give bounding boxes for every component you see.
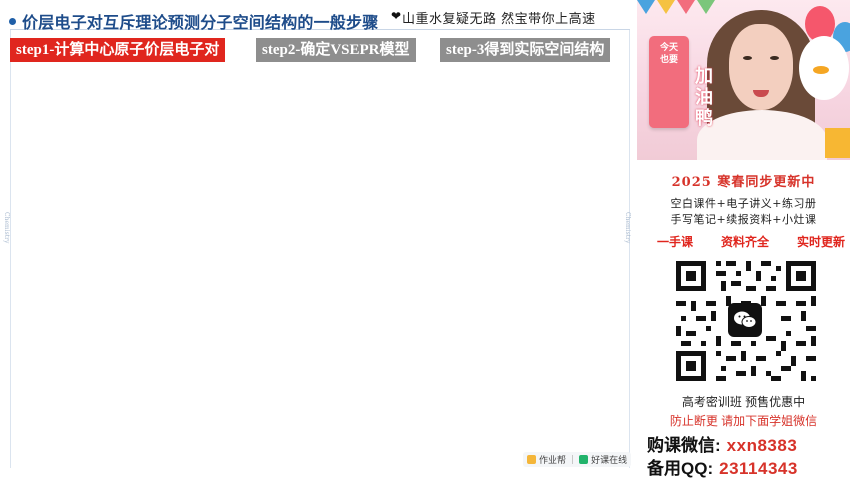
promo-feature: 空白课件+电子讲义+练习册 <box>670 197 817 210</box>
slide-frame-left <box>10 30 11 468</box>
zuoyebang-logo-icon <box>527 455 536 464</box>
promo-tags: 一手课 资料齐全 实时更新 <box>657 233 845 250</box>
slide-frame-right <box>629 30 630 468</box>
step3-label: step-3得到实际空间结构 <box>440 38 611 62</box>
promo-card: 2025 寒春同步更新中 空白课件+电子讲义+练习册 手写笔记+续报资料+小灶课… <box>637 160 850 478</box>
slide-canvas: Chemistry Chemistry 价层电子对互斥理论预测分子空间结构的一般… <box>0 0 637 478</box>
side-watermark-right: Chemistry <box>624 212 631 244</box>
promo-tag: 资料齐全 <box>720 235 769 249</box>
sign-big-char: 加 <box>695 66 713 87</box>
step2-label: step2-确定VSEPR模型 <box>256 38 416 62</box>
teacher-face <box>729 24 793 110</box>
duck-beak <box>813 66 829 74</box>
slide-title: 价层电子对互斥理论预测分子空间结构的一般步骤 <box>22 15 379 32</box>
brand-zuoyebang: 作业帮 <box>539 456 567 466</box>
promo-year-line: 2025 寒春同步更新中 <box>671 175 816 190</box>
sign-big-text: 加 油 鸭 <box>695 66 717 129</box>
sign-small-text: 今天 也要 <box>653 42 685 66</box>
bullet-icon <box>9 17 16 25</box>
teacher-eye <box>770 56 779 60</box>
sign-small-line: 今天 <box>659 43 678 53</box>
step1-label: step1-计算中心原子价层电子对 <box>10 38 226 62</box>
gift-box <box>825 128 850 158</box>
bunting-flag <box>697 0 715 14</box>
sign-small-line: 也要 <box>659 55 678 65</box>
promo-tag: 一手课 <box>657 235 694 249</box>
bunting-flag <box>657 0 675 14</box>
contact-value: xxn8383 <box>726 436 798 455</box>
contact-wechat: 购课微信: xxn8383 <box>647 431 797 456</box>
haoke-logo-icon <box>579 455 589 464</box>
bunting-flag <box>637 0 655 14</box>
side-watermark-left: Chemistry <box>3 212 10 244</box>
contact-key: 购课微信: <box>647 436 721 455</box>
warning-line: 防止断更 请加下面学姐微信 <box>669 414 818 428</box>
sign-big-char: 油 <box>695 87 713 108</box>
contact-key: 备用QQ: <box>647 459 714 478</box>
heart-icon: ❤ <box>391 9 402 23</box>
class-line: 高考密训班 预售优惠中 <box>681 395 806 409</box>
teacher-video[interactable]: 今天 也要 加 油 鸭 <box>637 0 850 160</box>
sign-big-char: 鸭 <box>695 108 713 129</box>
teacher-eye <box>743 56 752 60</box>
contact-value: 23114343 <box>719 459 798 478</box>
wechat-icon <box>728 303 762 337</box>
brand-haoke: 好课在线 <box>591 456 628 466</box>
right-panel: 今天 也要 加 油 鸭 2025 寒春同步更新中 空白课件+电子讲义+练习册 手… <box>637 0 850 478</box>
footer-brand: 作业帮 | 好课在线 <box>523 452 632 467</box>
contact-qq: 备用QQ: 23114343 <box>647 454 798 479</box>
promo-feature: 手写笔记+续报资料+小灶课 <box>670 213 817 226</box>
slogan-text: 山重水复疑无路 然宝带你上高速 <box>402 12 596 27</box>
bunting-flag <box>677 0 695 14</box>
promo-tag: 实时更新 <box>796 235 845 249</box>
title-row: 价层电子对互斥理论预测分子空间结构的一般步骤 <box>9 9 378 33</box>
